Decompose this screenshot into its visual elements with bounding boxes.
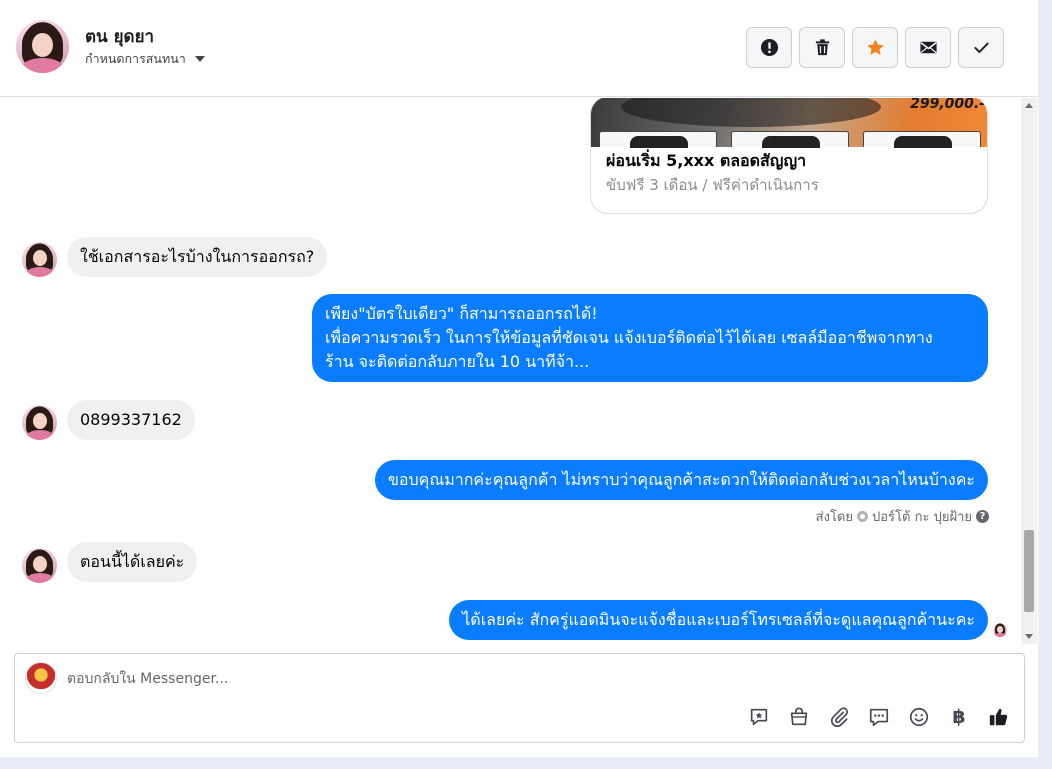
message-list-scrollbar[interactable] (1021, 98, 1037, 644)
attach-button[interactable] (826, 704, 852, 730)
conversation-toolbar (746, 27, 1004, 68)
contact-avatar[interactable] (16, 20, 69, 73)
like-icon (989, 708, 1008, 726)
contact-avatar-small (22, 242, 57, 277)
saved-reply-button[interactable] (746, 704, 772, 730)
sent-by-label: ส่งโดย ปอร์โต้ กะ ปุยฝ้าย ? (816, 506, 989, 527)
outgoing-message[interactable]: ขอบคุณมากค่ะคุณลูกค้า ไม่ทราบว่าคุณลูกค้… (374, 460, 988, 500)
composer-toolbar: ฿ (746, 704, 1012, 730)
promo-card-price: 299,000.- (910, 98, 985, 112)
incoming-message[interactable]: ตอนนี้ได้เลยค่ะ (67, 542, 198, 582)
sent-by-prefix: ส่งโดย (815, 510, 853, 525)
like-button[interactable] (986, 704, 1012, 730)
car-thumbnail (731, 131, 849, 148)
star-icon (866, 39, 884, 55)
alert-icon (760, 38, 778, 57)
contact-name[interactable]: ตน ยุดยา (85, 23, 154, 50)
mark-unread-button[interactable] (905, 27, 951, 68)
shop-button[interactable] (786, 704, 812, 730)
shop-bag-icon (790, 707, 808, 726)
contact-avatar-small (22, 548, 57, 583)
promo-card[interactable]: 299,000.- ผ่อนเริ่ม 5,xxx ตลอดสัญญา ขับฟ… (590, 98, 988, 214)
baht-icon: ฿ (952, 706, 966, 728)
outgoing-message[interactable]: เพียง"บัตรใบเดียว" ก็สามารถออกรถได้! เพื… (312, 294, 988, 382)
agent-icon (857, 511, 868, 522)
help-icon[interactable]: ? (976, 510, 989, 523)
star-button[interactable] (852, 27, 898, 68)
delete-button[interactable] (799, 27, 845, 68)
conversation-header: ตน ยุดยา กำหนดการสนทนา (0, 0, 1038, 97)
promo-card-title: ผ่อนเริ่ม 5,xxx ตลอดสัญญา (606, 151, 807, 170)
mark-spam-button[interactable] (746, 27, 792, 68)
emoji-icon (909, 707, 929, 727)
assign-conversation-dropdown[interactable]: กำหนดการสนทนา (85, 49, 205, 69)
sent-by-name[interactable]: ปอร์โต้ กะ ปุยฝ้าย (872, 506, 972, 527)
conversation-panel: ตน ยุดยา กำหนดการสนทนา 299,000.- ผ่อนเริ… (0, 0, 1038, 757)
outgoing-message[interactable]: ได้เลยค่ะ สักครู่แอดมินจะแจ้งชื่อและเบอร… (449, 600, 988, 640)
page-avatar (25, 662, 57, 694)
message-list[interactable]: 299,000.- ผ่อนเริ่ม 5,xxx ตลอดสัญญา ขับฟ… (0, 98, 1020, 644)
reply-input[interactable] (67, 666, 967, 692)
check-icon (973, 42, 989, 54)
saved-reply-icon (750, 708, 768, 726)
seen-indicator-avatar (993, 623, 1007, 637)
mail-icon (919, 41, 937, 54)
promo-card-description: ขับฟรี 3 เดือน / ฟรีค่าดำเนินการ (606, 176, 819, 194)
contact-avatar-small (22, 405, 57, 440)
promo-card-image: 299,000.- (591, 98, 987, 148)
payment-button[interactable]: ฿ (946, 704, 972, 730)
chat-bubble-icon (869, 708, 889, 727)
scrollbar-thumb[interactable] (1024, 530, 1034, 612)
emoji-button[interactable] (906, 704, 932, 730)
trash-icon (815, 39, 829, 56)
scroll-up-arrow-icon[interactable] (1025, 103, 1033, 108)
car-thumbnail (863, 131, 981, 148)
attachment-icon (830, 707, 849, 728)
incoming-message[interactable]: ใช้เอกสารอะไรบ้างในการออกรถ? (67, 237, 328, 277)
assign-label: กำหนดการสนทนา (85, 51, 186, 66)
scroll-down-arrow-icon[interactable] (1025, 634, 1033, 639)
incoming-message[interactable]: 0899337162 (67, 400, 195, 440)
car-thumbnail (599, 131, 717, 148)
caret-down-icon (194, 56, 205, 62)
quick-reply-button[interactable] (866, 704, 892, 730)
reply-composer: ฿ (14, 653, 1025, 743)
mark-done-button[interactable] (958, 27, 1004, 68)
